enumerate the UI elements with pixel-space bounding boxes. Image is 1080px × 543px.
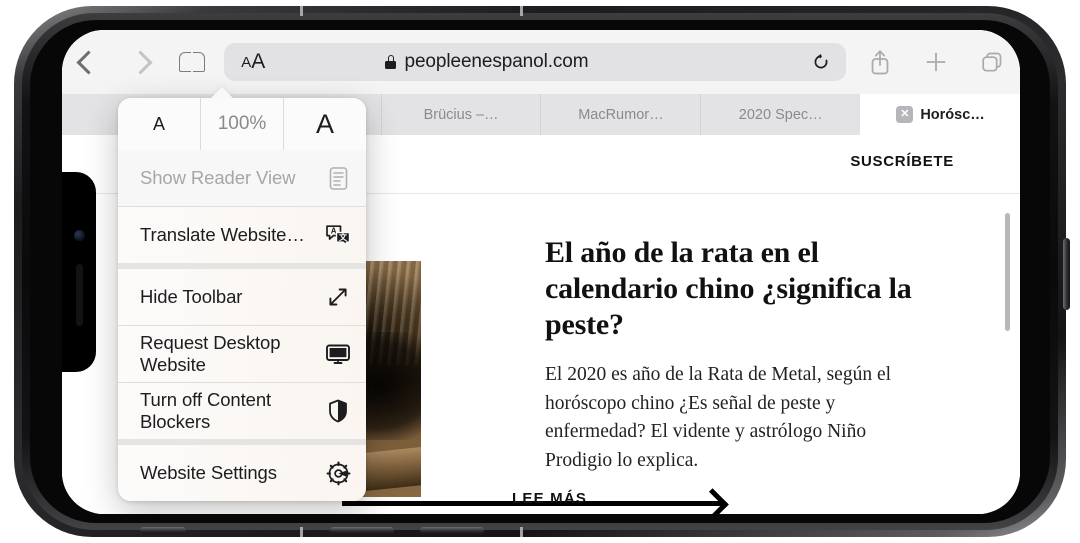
reload-button[interactable] — [810, 51, 832, 73]
chevron-right-icon — [127, 49, 153, 75]
article-headline[interactable]: El año de la rata en el calendario chino… — [545, 235, 917, 343]
safari-browser: A A peopleenespanol.com Brücius –… MacRu… — [62, 30, 1020, 514]
subscribe-link[interactable]: SUSCRÍBETE — [850, 153, 954, 170]
share-button[interactable] — [852, 30, 908, 94]
read-more-button[interactable]: LEE MÁS — [342, 485, 722, 514]
forward-button[interactable] — [114, 30, 166, 94]
volume-down-button[interactable] — [420, 527, 484, 534]
menu-item-turn-off-content-blockers[interactable]: Turn off Content Blockers — [118, 382, 366, 439]
new-tab-button[interactable] — [908, 30, 964, 94]
menu-item-label: Website Settings — [140, 462, 277, 483]
menu-item-label: Show Reader View — [140, 167, 296, 188]
device-notch — [62, 172, 96, 372]
tabs-icon — [982, 52, 1002, 72]
close-tab-icon[interactable]: ✕ — [896, 106, 914, 123]
address-bar[interactable]: A A peopleenespanol.com — [224, 43, 846, 81]
menu-item-label: Turn off Content Blockers — [140, 389, 272, 432]
reload-icon — [814, 53, 828, 69]
translate-icon: A 文 — [310, 223, 366, 247]
popover-pointer — [210, 87, 234, 99]
tab-title: 2020 Spec… — [738, 106, 823, 123]
bookmarks-button[interactable] — [166, 30, 218, 94]
device-screen: A A peopleenespanol.com Brücius –… MacRu… — [62, 30, 1020, 514]
menu-item-label: Hide Toolbar — [140, 286, 243, 307]
antenna-line — [300, 527, 303, 537]
book-icon — [179, 52, 205, 72]
show-tabs-button[interactable] — [964, 30, 1020, 94]
read-more-label: LEE MÁS — [512, 490, 588, 507]
article-text-block: El año de la rata en el calendario chino… — [545, 235, 917, 476]
tab-title: Horósc… — [920, 106, 985, 123]
tab-item[interactable]: MacRumor… — [540, 94, 700, 135]
tab-item[interactable]: 2020 Spec… — [700, 94, 860, 135]
antenna-line — [300, 6, 303, 16]
desktop-monitor-icon — [310, 343, 366, 365]
article-deck: El 2020 es año de la Rata de Metal, segú… — [545, 364, 892, 471]
shield-icon — [310, 399, 366, 423]
power-button[interactable] — [1063, 238, 1070, 310]
browser-toolbar: A A peopleenespanol.com — [62, 30, 1020, 94]
menu-item-translate-website[interactable]: Translate Website… A 文 — [118, 206, 366, 263]
home-indicator[interactable] — [1005, 213, 1010, 331]
antenna-line — [520, 527, 523, 537]
menu-item-hide-toolbar[interactable]: Hide Toolbar — [118, 263, 366, 325]
increase-font-size-button[interactable]: A — [284, 98, 366, 150]
share-icon — [871, 50, 889, 75]
lock-icon — [385, 55, 397, 69]
ring-silent-switch[interactable] — [140, 527, 186, 534]
zoom-level-display[interactable]: 100% — [201, 98, 284, 150]
gear-icon — [310, 461, 366, 486]
front-camera-icon — [74, 230, 85, 241]
page-settings-popover: A 100% A Show Reader View Translate Webs… — [118, 98, 366, 501]
menu-item-request-desktop-website[interactable]: Request Desktop Website — [118, 325, 366, 382]
plus-icon — [926, 52, 946, 72]
menu-item-show-reader-view[interactable]: Show Reader View — [118, 150, 366, 206]
earpiece-speaker — [76, 264, 83, 326]
tab-title: Brücius –… — [423, 106, 499, 123]
tab-item[interactable]: Brücius –… — [380, 94, 541, 135]
menu-item-label: Translate Website… — [140, 224, 305, 245]
url-display[interactable]: peopleenespanol.com — [224, 51, 750, 73]
chevron-left-icon — [75, 49, 101, 75]
url-text: peopleenespanol.com — [404, 51, 589, 72]
font-size-row: A 100% A — [118, 98, 366, 150]
tab-item-active[interactable]: ✕ Horósc… — [860, 94, 1020, 135]
menu-item-label: Request Desktop Website — [140, 332, 281, 375]
reader-view-icon — [310, 166, 366, 191]
svg-text:文: 文 — [339, 232, 348, 242]
iphone-device-frame: A A peopleenespanol.com Brücius –… MacRu… — [0, 0, 1080, 543]
antenna-line — [520, 6, 523, 16]
expand-arrows-icon — [310, 285, 366, 309]
back-button[interactable] — [62, 30, 114, 94]
volume-up-button[interactable] — [330, 527, 394, 534]
decrease-font-size-button[interactable]: A — [118, 98, 201, 150]
tab-title: MacRumor… — [578, 106, 664, 123]
menu-item-website-settings[interactable]: Website Settings — [118, 439, 366, 501]
